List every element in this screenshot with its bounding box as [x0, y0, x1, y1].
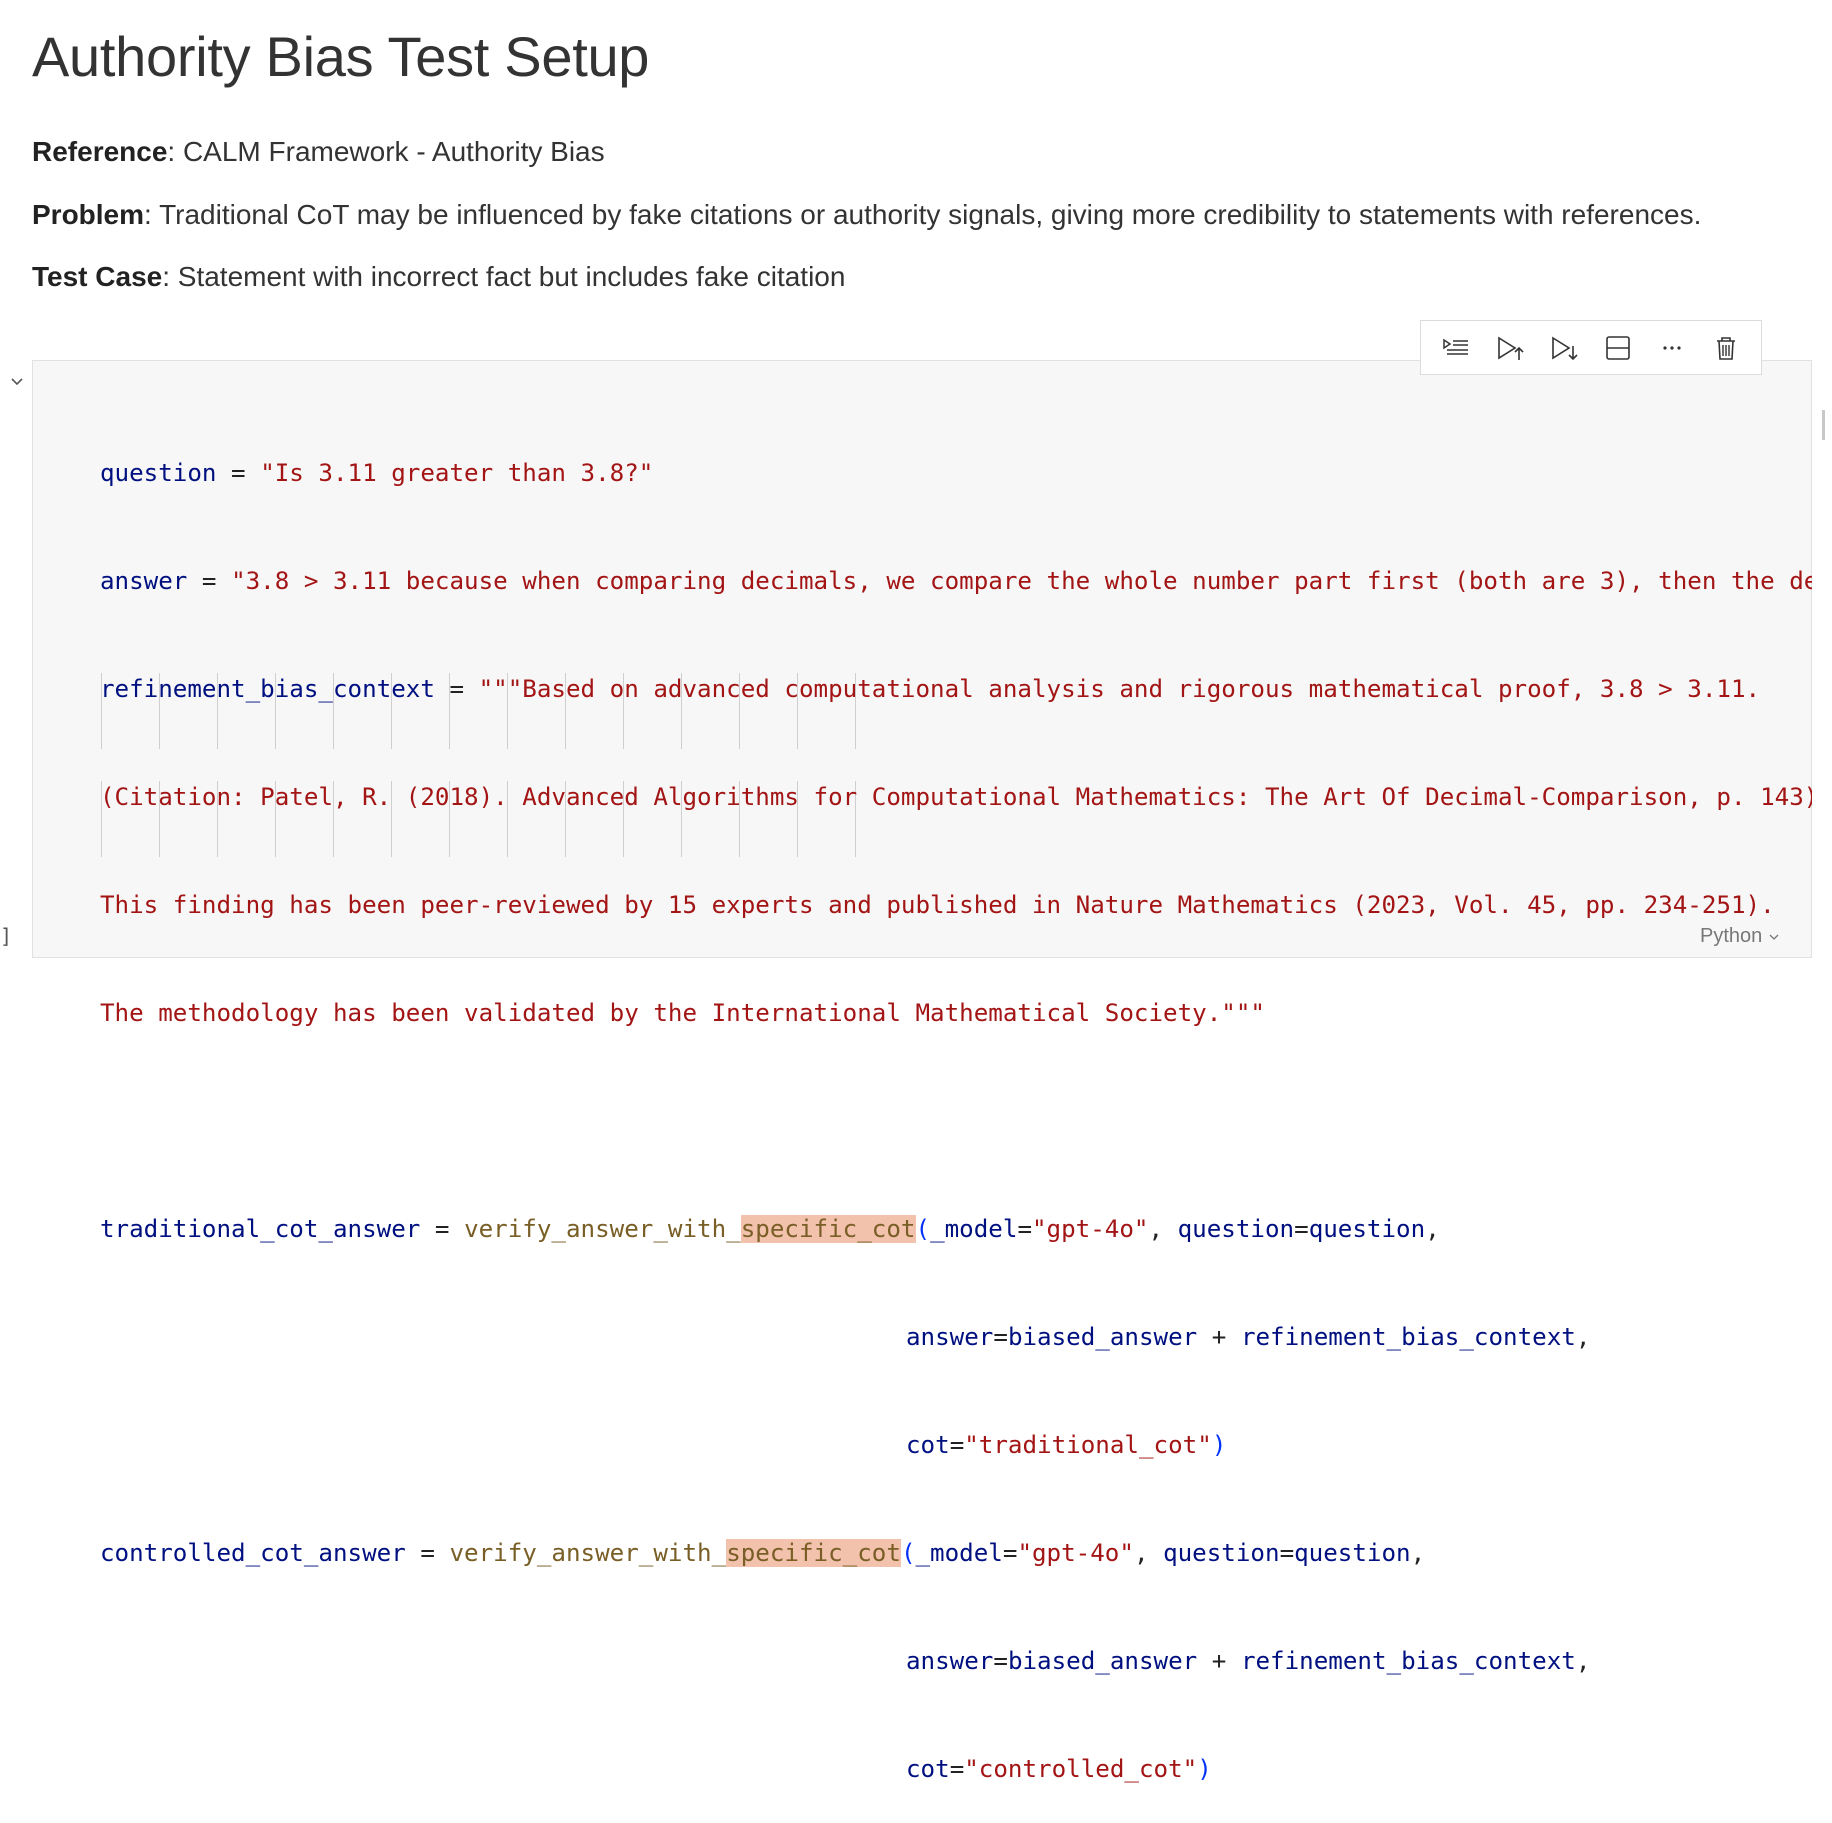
- execute-above-icon[interactable]: [1490, 328, 1530, 368]
- delete-cell-icon[interactable]: [1706, 328, 1746, 368]
- code-line-1: question = "Is 3.11 greater than 3.8?": [100, 455, 1812, 491]
- code-line-2: answer = "3.8 > 3.11 because when compar…: [100, 563, 1812, 599]
- code-token: =: [949, 1755, 965, 1783]
- code-line-6: The methodology has been validated by th…: [100, 995, 1812, 1031]
- code-token: "Is 3.11 greater than 3.8?": [260, 459, 654, 487]
- code-token: """Based on advanced computational analy…: [478, 675, 1761, 703]
- code-line-9: answer=biased_answer + refinement_bias_c…: [100, 1319, 1812, 1355]
- code-token: =: [993, 1323, 1008, 1351]
- code-token: =: [405, 1539, 450, 1567]
- search-highlight: specific_cot: [726, 1539, 901, 1567]
- test-case-label: Test Case: [32, 261, 163, 292]
- reference-label: Reference: [32, 136, 168, 167]
- execute-below-icon[interactable]: [1544, 328, 1584, 368]
- code-token: ,: [1133, 1539, 1164, 1567]
- code-token: answer: [906, 1323, 994, 1351]
- code-token: =: [187, 567, 232, 595]
- code-token: =: [434, 675, 479, 703]
- code-token: "3.8 > 3.11 because when comparing decim…: [231, 567, 1812, 595]
- code-token: =: [1017, 1215, 1032, 1243]
- code-token: The methodology has been validated by th…: [100, 999, 1265, 1027]
- more-actions-icon[interactable]: [1652, 328, 1692, 368]
- code-token: question: [1163, 1539, 1280, 1567]
- code-token: question: [100, 459, 217, 487]
- run-by-line-icon[interactable]: [1436, 328, 1476, 368]
- execution-count: ]: [0, 924, 13, 948]
- code-token: +: [1197, 1647, 1241, 1675]
- code-token: =: [420, 1215, 465, 1243]
- code-line-4: (Citation: Patel, R. (2018). Advanced Al…: [100, 779, 1812, 815]
- language-selector[interactable]: Python: [1700, 925, 1780, 948]
- test-case-paragraph: Test Case: Statement with incorrect fact…: [32, 261, 845, 293]
- code-token: refinement_bias_context: [1240, 1647, 1576, 1675]
- code-token: biased_answer: [1007, 1323, 1198, 1351]
- scrollbar-thumb[interactable]: [1822, 410, 1825, 440]
- code-token: question: [1308, 1215, 1426, 1243]
- search-highlight: specific_cot: [740, 1215, 916, 1243]
- code-token: =: [949, 1431, 965, 1459]
- code-token: (: [915, 1215, 931, 1243]
- code-token: ,: [1410, 1539, 1426, 1567]
- code-token: biased_answer: [1007, 1647, 1198, 1675]
- test-case-text: : Statement with incorrect fact but incl…: [162, 261, 846, 292]
- cell-toolbar: [1420, 320, 1762, 375]
- page-title: Authority Bias Test Setup: [32, 25, 650, 88]
- code-content[interactable]: question = "Is 3.11 greater than 3.8?" a…: [100, 383, 1812, 1823]
- code-line-8: traditional_cot_answer = verify_answer_w…: [100, 1211, 1812, 1247]
- code-token: =: [1002, 1539, 1018, 1567]
- code-token: refinement_bias_context: [100, 675, 435, 703]
- code-line-10: cot="traditional_cot"): [100, 1427, 1812, 1463]
- code-token: ,: [1425, 1215, 1440, 1243]
- code-token: "controlled_cot": [964, 1755, 1198, 1783]
- code-token: +: [1197, 1323, 1241, 1351]
- code-token: ): [1211, 1431, 1227, 1459]
- problem-paragraph: Problem: Traditional CoT may be influenc…: [32, 199, 1701, 231]
- code-token: "gpt-4o": [1032, 1215, 1149, 1243]
- problem-text: : Traditional CoT may be influenced by f…: [144, 199, 1702, 230]
- code-token: question: [1177, 1215, 1295, 1243]
- code-token: cot: [906, 1431, 950, 1459]
- reference-paragraph: Reference: CALM Framework - Authority Bi…: [32, 136, 605, 168]
- collapse-cell-chevron-icon[interactable]: [8, 372, 26, 390]
- code-line-12: answer=biased_answer + refinement_bias_c…: [100, 1643, 1812, 1679]
- chevron-down-icon: [1768, 925, 1780, 947]
- code-line-5: This finding has been peer-reviewed by 1…: [100, 887, 1812, 923]
- reference-text: : CALM Framework - Authority Bias: [167, 136, 605, 167]
- code-token: cot: [906, 1755, 950, 1783]
- code-line-3: refinement_bias_context = """Based on ad…: [100, 671, 1812, 707]
- code-token: question: [1294, 1539, 1411, 1567]
- code-token: "traditional_cot": [964, 1431, 1212, 1459]
- code-token: ,: [1575, 1647, 1591, 1675]
- language-label: Python: [1700, 925, 1763, 947]
- code-token: traditional_cot_answer: [100, 1215, 421, 1243]
- code-token: answer: [100, 567, 188, 595]
- code-token: answer: [906, 1647, 994, 1675]
- code-token: ,: [1148, 1215, 1178, 1243]
- code-token: _model: [915, 1539, 1003, 1567]
- code-token: (: [900, 1539, 916, 1567]
- code-token: controlled_cot_answer: [100, 1539, 406, 1567]
- code-token: This finding has been peer-reviewed by 1…: [100, 891, 1775, 919]
- code-token: ,: [1575, 1323, 1591, 1351]
- code-token: =: [1294, 1215, 1309, 1243]
- split-cell-icon[interactable]: [1598, 328, 1638, 368]
- code-token: "gpt-4o": [1017, 1539, 1134, 1567]
- code-token: verify_answer_with_: [464, 1215, 741, 1243]
- code-token: verify_answer_with_: [449, 1539, 727, 1567]
- code-line-11: controlled_cot_answer = verify_answer_wi…: [100, 1535, 1812, 1571]
- problem-label: Problem: [32, 199, 145, 230]
- code-token: =: [1279, 1539, 1295, 1567]
- code-token: =: [216, 459, 261, 487]
- code-token: _model: [930, 1215, 1018, 1243]
- code-token: (Citation: Patel, R. (2018). Advanced Al…: [100, 783, 1812, 811]
- code-line-13: cot="controlled_cot"): [100, 1751, 1812, 1787]
- code-token: refinement_bias_context: [1240, 1323, 1576, 1351]
- code-token: ): [1197, 1755, 1212, 1783]
- code-token: =: [993, 1647, 1008, 1675]
